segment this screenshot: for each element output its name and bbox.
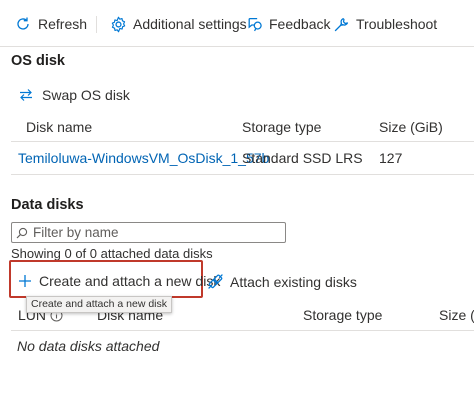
gear-icon [109,15,127,33]
attach-icon [207,273,224,290]
no-data-disks-message: No data disks attached [17,338,160,354]
create-and-attach-disk-label: Create and attach a new disk [39,273,221,289]
swap-os-disk-button[interactable]: Swap OS disk [17,86,130,104]
attached-disks-count: Showing 0 of 0 attached data disks [11,246,213,261]
feedback-icon [245,15,263,33]
attach-existing-disks-button[interactable]: Attach existing disks [207,273,357,290]
attach-existing-disks-label: Attach existing disks [230,273,357,290]
filter-by-name-field[interactable] [11,222,286,243]
refresh-icon [14,15,32,33]
wrench-icon [332,15,350,33]
data-disks-heading: Data disks [11,197,84,213]
filter-by-name-input[interactable] [33,225,273,240]
troubleshoot-label: Troubleshoot [356,16,438,32]
os-col-size: Size (GiB) [379,119,443,135]
feedback-label: Feedback [269,16,331,32]
dd-col-size: Size (G [439,307,474,323]
search-icon [16,227,28,239]
create-and-attach-disk-button[interactable]: Create and attach a new disk [18,273,220,289]
refresh-button[interactable]: Refresh [14,11,87,37]
swap-icon [17,86,35,104]
os-disk-heading: OS disk [11,53,65,69]
swap-os-disk-label: Swap OS disk [42,87,130,103]
os-disk-storage-type: Standard SSD LRS [242,150,363,166]
dd-col-storage-type: Storage type [303,307,383,323]
create-and-attach-tooltip: Create and attach a new disk [26,296,172,313]
refresh-label: Refresh [38,16,88,32]
os-disk-name-link[interactable]: Temiloluwa-WindowsVM_OsDisk_1_57b [18,150,269,166]
additional-settings-button[interactable]: Additional settings [109,11,247,37]
os-col-disk-name: Disk name [26,119,93,135]
additional-settings-label: Additional settings [133,16,247,32]
os-disk-size: 127 [379,150,403,166]
os-col-storage-type: Storage type [242,119,322,135]
troubleshoot-button[interactable]: Troubleshoot [332,11,437,37]
feedback-button[interactable]: Feedback [245,11,330,37]
plus-icon [18,274,32,288]
